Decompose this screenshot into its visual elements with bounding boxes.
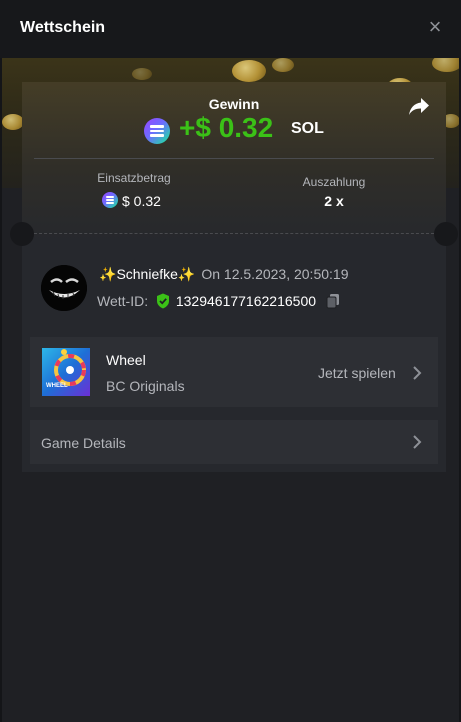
payout-value: 2 x (324, 193, 344, 209)
bet-amount-value: $ 0.32 (122, 193, 161, 209)
sparkle-icon: ✨ (99, 266, 117, 282)
game-thumbnail: WHEEL (42, 348, 90, 396)
divider (34, 158, 434, 159)
shield-check-icon (156, 293, 169, 309)
ticket-notch-left (10, 222, 34, 246)
modal-header: Wettschein × (0, 0, 461, 58)
dashed-divider (34, 233, 434, 234)
game-details-label: Game Details (41, 435, 126, 451)
modal-left-border (0, 58, 2, 722)
player-line: ✨Schniefke✨ On 12.5.2023, 20:50:19 (99, 266, 348, 283)
bet-amount-label: Einsatzbetrag (97, 171, 171, 185)
chevron-right-icon (413, 366, 422, 380)
win-label: Gewinn (208, 96, 260, 112)
game-row[interactable]: WHEEL Wheel BC Originals Jetzt spielen (30, 337, 438, 407)
sparkle-icon: ✨ (177, 266, 196, 282)
currency-label: SOL (291, 120, 324, 137)
ticket-notch-right (434, 222, 458, 246)
bet-id-line: Wett-ID: 132946177162216500 (97, 293, 340, 309)
avatar[interactable] (41, 265, 87, 311)
copy-icon[interactable] (326, 293, 340, 309)
bet-slip-modal: Wettschein × Gewinn +$ 0.32 SOL Einsatzb… (0, 0, 461, 722)
game-name: Wheel (106, 352, 146, 368)
payout-label: Auszahlung (302, 175, 366, 189)
grin-face-icon (41, 265, 87, 311)
close-icon[interactable]: × (426, 16, 444, 38)
sol-coin-icon (102, 192, 118, 208)
game-details-row[interactable]: Game Details (30, 420, 438, 464)
win-amount: +$ 0.32 (179, 112, 274, 143)
play-now-link[interactable]: Jetzt spielen (318, 365, 396, 381)
player-name[interactable]: Schniefke (116, 266, 177, 282)
share-icon[interactable] (408, 97, 430, 117)
game-provider: BC Originals (106, 378, 185, 394)
game-thumb-label: WHEEL (46, 383, 68, 389)
bet-id-label: Wett-ID: (97, 293, 149, 309)
chevron-right-icon (413, 435, 422, 449)
bet-id-value: 132946177162216500 (175, 293, 317, 309)
sol-coin-icon (144, 118, 170, 144)
modal-title: Wettschein (20, 19, 106, 36)
bet-timestamp: On 12.5.2023, 20:50:19 (201, 266, 349, 282)
